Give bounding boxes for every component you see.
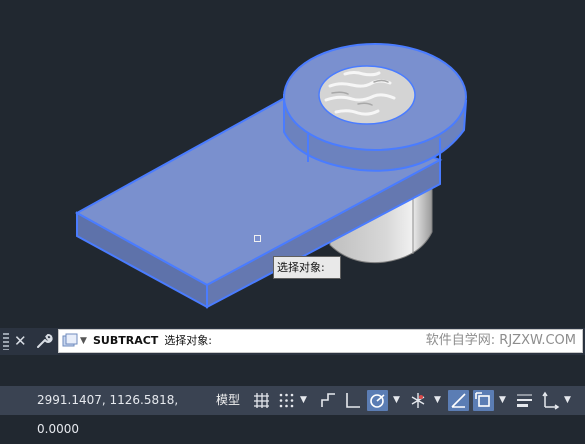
command-name: SUBTRACT <box>93 334 159 347</box>
wrench-icon[interactable] <box>35 332 53 350</box>
grid-icon[interactable] <box>251 390 272 411</box>
recent-commands-icon[interactable] <box>62 333 78 349</box>
infer-constraints-icon[interactable] <box>318 390 339 411</box>
close-icon[interactable]: ✕ <box>14 330 27 352</box>
command-prompt: 选择对象: <box>164 334 213 347</box>
pickbox-cursor <box>254 235 261 242</box>
chevron-down-icon[interactable]: ▼ <box>393 386 400 415</box>
ortho-icon[interactable] <box>342 390 363 411</box>
snap-icon[interactable] <box>276 390 297 411</box>
lineweight-icon[interactable] <box>514 390 535 411</box>
chevron-down-icon[interactable]: ▼ <box>300 386 307 415</box>
command-line: ✕ ▼ SUBTRACT 选择对象: 软件自学网: RJZXW.COM <box>0 328 585 355</box>
object-snap-tracking-icon[interactable] <box>448 390 469 411</box>
command-input[interactable]: ▼ SUBTRACT 选择对象: 软件自学网: RJZXW.COM <box>58 329 583 353</box>
chevron-down-icon[interactable]: ▼ <box>434 386 441 415</box>
chevron-down-icon[interactable]: ▼ <box>499 386 506 415</box>
status-bar: 2991.1407, 1126.5818, 0.0000 模型 ▼ ▼ ▼ ▼ … <box>0 386 585 436</box>
boss-cylinder-solid[interactable] <box>283 43 468 172</box>
chevron-down-icon[interactable]: ▼ <box>564 386 571 415</box>
coordinate-readout[interactable]: 2991.1407, 1126.5818, 0.0000 <box>37 386 209 436</box>
cursor-tooltip: 选择对象: <box>273 256 341 279</box>
ucs-icon[interactable] <box>540 390 561 411</box>
chevron-down-icon[interactable]: ▼ <box>80 330 87 352</box>
watermark-text: 软件自学网: RJZXW.COM <box>425 333 576 348</box>
object-snap-icon[interactable] <box>473 390 494 411</box>
grip-handle-icon[interactable] <box>3 333 9 350</box>
isodraft-icon[interactable] <box>408 390 429 411</box>
polar-tracking-icon[interactable] <box>367 390 388 411</box>
drawing-viewport[interactable]: 选择对象: <box>0 0 585 325</box>
model-space-button[interactable]: 模型 <box>216 386 240 415</box>
